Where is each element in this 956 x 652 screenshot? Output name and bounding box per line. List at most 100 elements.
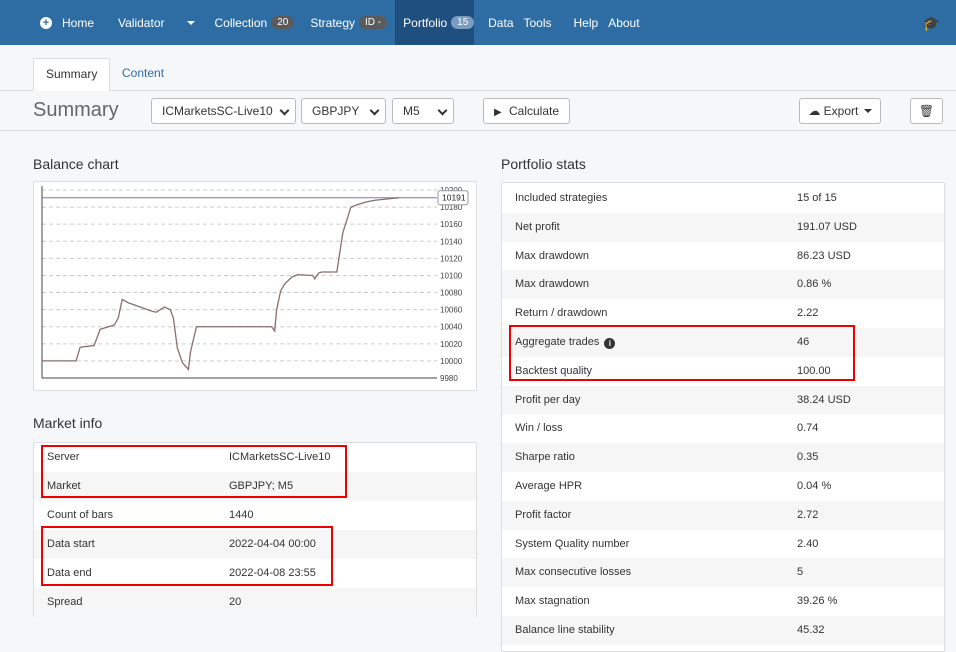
- calculate-label: Calculate: [509, 104, 560, 118]
- stat-label: Included strategies: [515, 192, 608, 204]
- table-row: Profit per day 38.24 USD: [502, 385, 944, 415]
- nav-about-label: About: [608, 15, 640, 30]
- table-row: Win / loss 0.74: [502, 414, 944, 443]
- highlight-box: [41, 445, 347, 498]
- nav-portfolio-label: Portfolio: [403, 15, 448, 30]
- stat-value: 0.04 %: [797, 480, 832, 492]
- table-row: Average HPR 0.04 %: [502, 472, 944, 501]
- stat-label: Max stagnation: [515, 595, 590, 608]
- current-value-label: 10191: [442, 193, 466, 203]
- stat-label: System Quality number: [515, 537, 630, 550]
- stat-value: 38.24 USD: [797, 393, 851, 406]
- highlight-box: [509, 325, 855, 381]
- y-tick-label: 10100: [440, 271, 463, 280]
- table-row: Max consecutive losses 5: [502, 558, 944, 588]
- nav-tools[interactable]: Tools: [522, 0, 560, 45]
- stat-value: 191.07 USD: [797, 220, 857, 233]
- top-navbar: + Home Validator Collection 20 Strategy …: [0, 0, 956, 45]
- stat-value: 2.40: [797, 537, 819, 550]
- stat-label: Profit per day: [515, 393, 581, 406]
- collection-badge: 20: [271, 16, 295, 29]
- table-row: Spread 20: [34, 588, 476, 617]
- nav-data-label: Data: [488, 15, 514, 30]
- table-row: Sharpe ratio 0.35: [502, 443, 944, 473]
- stat-value: 2.22: [797, 307, 819, 320]
- y-tick-label: 10060: [440, 306, 463, 315]
- nav-tools-label: Tools: [523, 15, 552, 30]
- table-row: Max drawdown 0.86 %: [502, 270, 944, 300]
- stat-value: 0.35: [797, 451, 819, 464]
- home-icon: +: [40, 16, 52, 29]
- stat-value: 39.26 %: [797, 595, 838, 608]
- y-tick-label: 9980: [440, 374, 458, 383]
- y-tick-label: 10040: [440, 323, 463, 332]
- delete-button[interactable]: 🗑: [910, 98, 943, 124]
- y-tick-label: 10120: [440, 254, 463, 263]
- nav-data[interactable]: Data: [480, 0, 521, 45]
- period-select[interactable]: M5: [392, 98, 454, 124]
- calculate-button[interactable]: ▶ Calculate: [483, 98, 570, 124]
- stat-label: Average HPR: [515, 480, 583, 492]
- nav-help[interactable]: Help: [566, 0, 607, 45]
- stat-label: Max drawdown: [515, 249, 589, 262]
- y-tick-label: 10160: [440, 220, 463, 229]
- symbol-select[interactable]: GBPJPY: [301, 98, 386, 124]
- page-title: Summary: [33, 99, 119, 121]
- balance-chart-title: Balance chart: [33, 156, 119, 172]
- nav-collection-label: Collection: [214, 15, 268, 30]
- table-row: Balance line stability 45.32: [502, 616, 944, 645]
- stat-value: 0.74: [797, 422, 819, 435]
- table-row: Net profit 191.07 USD: [502, 212, 944, 242]
- portfolio-stats-panel: Included strategies 15 of 15 Net profit 191…: [501, 182, 945, 652]
- table-row: Max stagnation 39.26 %: [502, 587, 944, 616]
- stat-label: Net profit: [515, 220, 560, 233]
- y-tick-label: 10140: [440, 237, 463, 246]
- tab-bar: Summary Content: [0, 45, 956, 91]
- balance-chart-panel: 9980 10000 10020 10040 10060 10080 10100 10120 1…: [33, 181, 477, 391]
- stat-value: 86.23 USD: [797, 249, 851, 262]
- nav-home[interactable]: + Home: [0, 0, 102, 45]
- table-row: System Quality number 2.40: [502, 530, 944, 559]
- export-button[interactable]: ☁ Export: [799, 98, 881, 124]
- nav-portfolio[interactable]: Portfolio 15: [395, 0, 475, 45]
- stat-label: Win / loss: [515, 422, 563, 435]
- nav-validator[interactable]: Validator: [110, 0, 202, 45]
- stat-label: Max consecutive losses: [515, 566, 632, 579]
- nav-about[interactable]: About: [606, 0, 647, 45]
- portfolio-badge: 15: [451, 16, 475, 29]
- tab-summary[interactable]: Summary: [33, 58, 111, 91]
- portfolio-stats-title: Portfolio stats: [501, 156, 586, 172]
- table-row: Included strategies 15 of 15: [502, 184, 944, 213]
- highlight-box: [41, 526, 333, 586]
- y-tick-label: 10020: [440, 340, 463, 349]
- chevron-down-icon: [186, 20, 195, 25]
- nav-strategy[interactable]: Strategy ID -: [302, 0, 395, 45]
- cloud-download-icon: ☁: [808, 104, 821, 118]
- nav-home-label: Home: [62, 15, 95, 30]
- stat-value: 5: [797, 566, 804, 579]
- stat-label: Sharpe ratio: [515, 451, 575, 464]
- nav-help-label: Help: [573, 15, 599, 30]
- play-icon: ▶: [493, 107, 502, 118]
- stat-value: 45.32: [797, 624, 825, 636]
- stat-label: Balance line stability: [515, 624, 615, 636]
- stat-label: Max drawdown: [515, 278, 589, 291]
- balance-chart: 9980 10000 10020 10040 10060 10080 10100 10120 1…: [41, 186, 469, 383]
- stat-label: Profit factor: [515, 508, 572, 521]
- nav-collection[interactable]: Collection 20: [207, 0, 303, 45]
- table-row: Profit factor 2.72: [502, 500, 944, 530]
- tab-content[interactable]: Content: [110, 58, 176, 91]
- market-value: 20: [229, 596, 242, 608]
- stat-value: 15 of 15: [797, 192, 837, 204]
- server-select[interactable]: ICMarketsSC-Live10: [151, 98, 296, 124]
- trash-icon: 🗑: [918, 104, 935, 118]
- graduation-cap-icon[interactable]: 🎓: [923, 15, 940, 32]
- toolbar: Summary ICMarketsSC-Live10 GBPJPY M5 ▶ C…: [0, 91, 956, 131]
- chevron-down-icon: [863, 109, 872, 113]
- nav-strategy-label: Strategy: [310, 15, 356, 30]
- market-info-title: Market info: [33, 415, 103, 431]
- export-label: Export: [823, 104, 859, 118]
- y-tick-label: 10080: [440, 289, 463, 298]
- market-label: Spread: [47, 596, 83, 608]
- nav-validator-label: Validator: [118, 15, 165, 30]
